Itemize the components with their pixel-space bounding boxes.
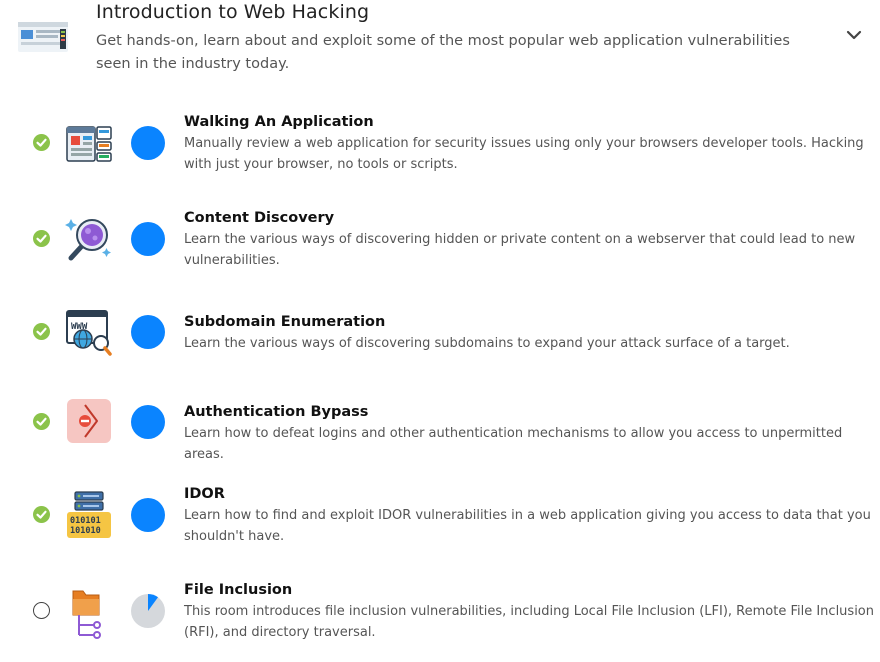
room-description: Learn the various ways of discovering su… (184, 336, 790, 351)
incomplete-circle-icon (33, 602, 50, 619)
room-title[interactable]: IDOR (184, 486, 225, 502)
progress-track (131, 405, 165, 439)
room-description: Learn how to defeat logins and other aut… (184, 426, 843, 462)
magnifying-glass-icon (65, 219, 111, 261)
room-title[interactable]: Subdomain Enumeration (184, 314, 385, 330)
room-title[interactable]: Content Discovery (184, 210, 334, 226)
room-item-content-discovery[interactable]: Content Discovery Learn the various ways… (0, 208, 880, 288)
room-description: Manually review a web application for se… (184, 136, 864, 172)
progress-ring (131, 498, 165, 532)
progress-ring (131, 315, 165, 349)
room-title[interactable]: Walking An Application (184, 114, 374, 130)
module-title: Introduction to Web Hacking (96, 1, 370, 23)
completed-check-icon (33, 230, 50, 247)
completed-check-icon (33, 323, 50, 340)
room-description: Learn the various ways of discovering hi… (184, 232, 856, 268)
room-title[interactable]: Authentication Bypass (184, 404, 368, 420)
progress-ring (131, 594, 165, 628)
progress-track (131, 498, 165, 532)
room-item-file-inclusion[interactable]: File Inclusion This room introduces file… (0, 580, 880, 660)
room-description: This room introduces file inclusion vuln… (184, 604, 874, 640)
svg-text:010101: 010101 (70, 516, 101, 526)
room-item-authentication-bypass[interactable]: Authentication Bypass Learn how to defea… (0, 399, 880, 462)
completed-check-icon (33, 134, 50, 151)
completed-check-icon (33, 506, 50, 523)
progress-ring (131, 126, 165, 160)
svg-text:101010: 101010 (70, 526, 101, 536)
web-hacking-thumbnail-icon (18, 22, 68, 52)
room-description: Learn how to find and exploit IDOR vulne… (184, 508, 871, 544)
room-item-idor[interactable]: 010101 101010 IDOR Learn how to find and… (0, 484, 880, 564)
chevron-down-icon[interactable] (844, 27, 864, 43)
www-globe-search-icon: WWW (66, 310, 112, 356)
web-page-layout-icon (66, 126, 112, 162)
no-entry-arrow-icon (67, 399, 111, 443)
progress-ring (131, 222, 165, 256)
module-header[interactable]: Introduction to Web Hacking Get hands-on… (0, 0, 880, 90)
folder-tree-icon (72, 590, 101, 639)
progress-ring (131, 405, 165, 439)
module-description: Get hands-on, learn about and exploit so… (96, 33, 790, 72)
progress-track (131, 315, 165, 349)
progress-track (131, 126, 165, 160)
server-binary-icon: 010101 101010 (67, 491, 111, 538)
completed-check-icon (33, 413, 50, 430)
room-title[interactable]: File Inclusion (184, 582, 292, 598)
progress-track (131, 222, 165, 256)
room-item-walking-an-application[interactable]: Walking An Application Manually review a… (0, 112, 880, 192)
room-item-subdomain-enumeration[interactable]: WWW Subdomain Enumeration Learn the vari… (0, 310, 880, 372)
